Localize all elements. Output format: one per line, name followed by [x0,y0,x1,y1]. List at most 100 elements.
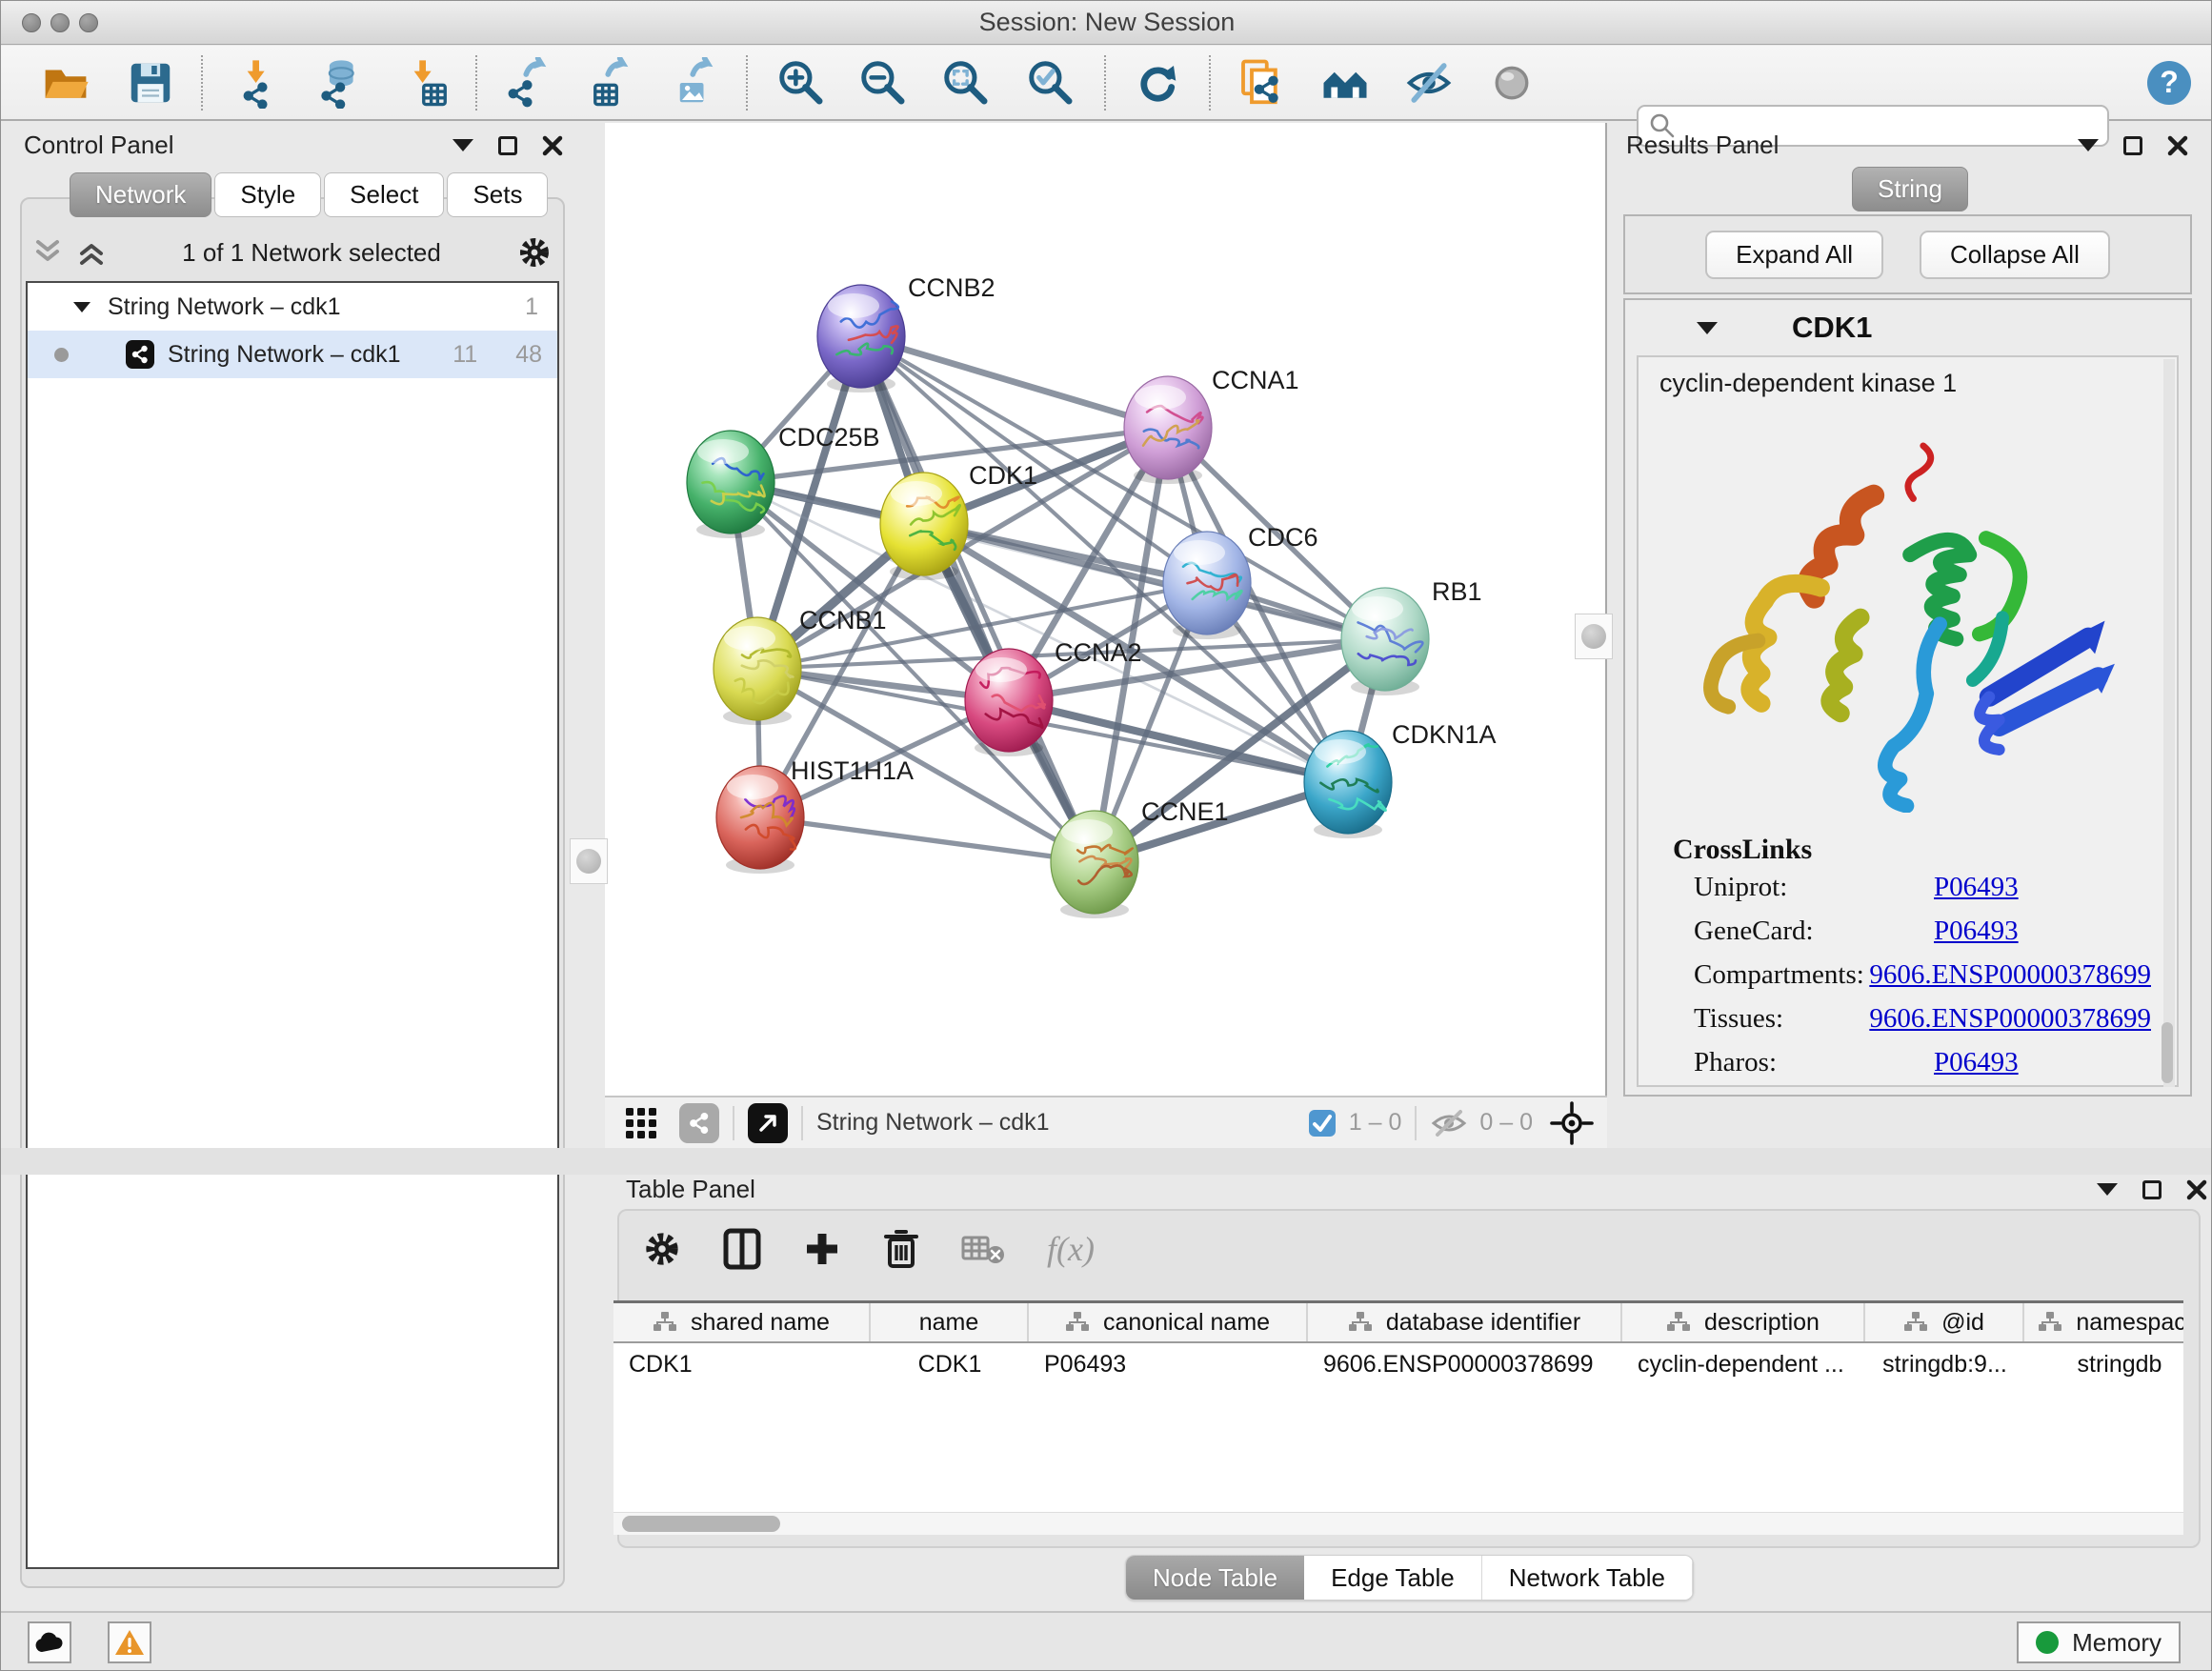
left-divider-grip[interactable] [570,838,608,884]
node-ccna1[interactable] [1124,376,1212,484]
collapse-all-icon[interactable] [33,238,62,267]
import-network-file-icon[interactable] [228,51,291,114]
memory-button[interactable]: Memory [2017,1621,2181,1663]
string-view-icon[interactable] [679,1103,719,1143]
node-ccne1[interactable] [1051,811,1138,918]
copy-network-document-icon[interactable] [1229,51,1292,114]
network-collection-row[interactable]: String Network – cdk1 1 [28,283,557,331]
help-button[interactable]: ? [2138,51,2201,114]
column-header-database-identifier[interactable]: database identifier [1308,1303,1622,1341]
crosslink-link[interactable]: P06493 [1934,872,2019,903]
tab-network-table[interactable]: Network Table [1482,1556,1693,1600]
grid-view-icon[interactable] [624,1106,658,1140]
crosslink-row: Uniprot: P06493 [1694,872,2151,903]
tree-expander-icon[interactable] [73,302,90,312]
warnings-button[interactable] [108,1621,151,1663]
node-cdkn1a[interactable] [1304,731,1392,838]
column-header--id[interactable]: @id [1865,1303,2024,1341]
network-canvas[interactable]: CCNB2 CCNA1 CDC25B CDK1 CDC6 RB1 CCNB1 [605,123,1584,1096]
view-dot-icon [54,348,69,362]
eye-slash-icon[interactable] [1398,51,1460,114]
close-table-icon[interactable] [2186,1179,2207,1200]
control-panel: Control Panel NetworkStyleSelectSets 1 o… [10,123,573,1598]
export-image-icon[interactable] [659,51,722,114]
node-label-cdc6: CDC6 [1248,523,1318,552]
network-row-selected[interactable]: String Network – cdk1 11 48 [28,331,557,378]
column-header-canonical-name[interactable]: canonical name [1029,1303,1308,1341]
close-panel-icon[interactable] [542,135,563,156]
tab-node-table[interactable]: Node Table [1126,1556,1304,1600]
column-header-description[interactable]: description [1622,1303,1865,1341]
create-column-plus-icon[interactable] [803,1230,841,1268]
float-results-icon[interactable] [2123,136,2142,155]
crosslink-link[interactable]: P06493 [1934,916,2019,947]
table-cell: CDK1 [613,1343,871,1385]
crosslink-link[interactable]: 9606.ENSP00000378699 [1869,959,2151,991]
string-app-icon [126,340,154,369]
float-table-icon[interactable] [2142,1180,2162,1199]
show-columns-icon[interactable] [723,1228,761,1270]
collapse-protein-icon[interactable] [1697,322,1718,334]
collapse-results-icon[interactable] [2078,139,2099,151]
eye-sphere-icon[interactable] [1480,51,1543,114]
expand-all-button[interactable]: Expand All [1705,231,1883,279]
results-scrollbar[interactable] [2163,359,2175,1087]
node-rb1[interactable] [1341,588,1429,695]
tab-string[interactable]: String [1852,167,1968,211]
control-panel-title: Control Panel [24,131,174,160]
zoom-selected-icon[interactable] [1019,51,1082,114]
collapse-table-icon[interactable] [2097,1183,2118,1196]
node-table[interactable]: shared namenamecanonical namedatabase id… [613,1300,2183,1512]
float-panel-icon[interactable] [498,136,517,155]
export-network-icon[interactable] [493,51,555,114]
table-row[interactable]: CDK1CDK1P064939606.ENSP00000378699cyclin… [613,1343,2183,1385]
close-results-icon[interactable] [2167,135,2188,156]
table-cell: stringdb:9... [1865,1343,2024,1385]
tab-style[interactable]: Style [214,172,321,217]
warning-icon [113,1628,146,1657]
node-ccnb1[interactable] [714,617,801,725]
edge-hist1h1a-ccne1[interactable] [760,817,1095,862]
horizontal-divider[interactable] [1,1148,2212,1175]
collapse-panel-icon[interactable] [452,139,473,151]
current-network-name: String Network – cdk1 [816,1109,1050,1137]
delete-column-trash-icon[interactable] [883,1228,919,1270]
open-folder-icon[interactable] [34,51,97,114]
tab-sets[interactable]: Sets [447,172,548,217]
zoom-in-icon[interactable] [770,51,833,114]
table-options-gear-icon[interactable] [643,1230,681,1268]
network-options-gear-icon[interactable] [517,235,552,270]
houses-icon[interactable] [1314,51,1377,114]
network-name: String Network – cdk1 [168,341,401,369]
import-network-database-icon[interactable] [308,51,371,114]
window-title: Session: New Session [1,8,2212,37]
tab-select[interactable]: Select [324,172,444,217]
fit-content-crosshair-icon[interactable] [1550,1101,1594,1145]
crosslink-row: Tissues: 9606.ENSP00000378699 [1694,1003,2151,1035]
node-cdc25b[interactable] [687,431,774,538]
selected-checkbox-icon[interactable] [1307,1108,1337,1138]
table-horizontal-scrollbar[interactable] [613,1512,2183,1535]
edge-ccnb2-ccna1[interactable] [861,336,1168,428]
tab-network[interactable]: Network [70,172,211,217]
column-header-name[interactable]: name [871,1303,1029,1341]
save-floppy-icon[interactable] [119,51,182,114]
cloud-button[interactable] [28,1621,71,1663]
birdseye-view-icon[interactable] [748,1103,788,1143]
import-table-file-icon[interactable] [394,51,457,114]
status-bar: Memory [1,1611,2212,1671]
zoom-fit-icon[interactable] [935,51,997,114]
export-table-icon[interactable] [574,51,637,114]
zoom-out-icon[interactable] [852,51,915,114]
collapse-all-button[interactable]: Collapse All [1920,231,2110,279]
crosslink-link[interactable]: P06493 [1934,1047,2019,1078]
right-divider-grip[interactable] [1575,614,1613,659]
crosslink-link[interactable]: 9606.ENSP00000378699 [1869,1003,2151,1035]
tab-edge-table[interactable]: Edge Table [1304,1556,1482,1600]
node-ccnb2[interactable] [817,285,905,393]
network-selection-status: 1 of 1 Network selected [106,238,517,268]
column-header-namespace[interactable]: namespace [2024,1303,2183,1341]
column-header-shared-name[interactable]: shared name [613,1303,871,1341]
refresh-icon[interactable] [1125,51,1188,114]
expand-all-icon[interactable] [77,238,106,267]
